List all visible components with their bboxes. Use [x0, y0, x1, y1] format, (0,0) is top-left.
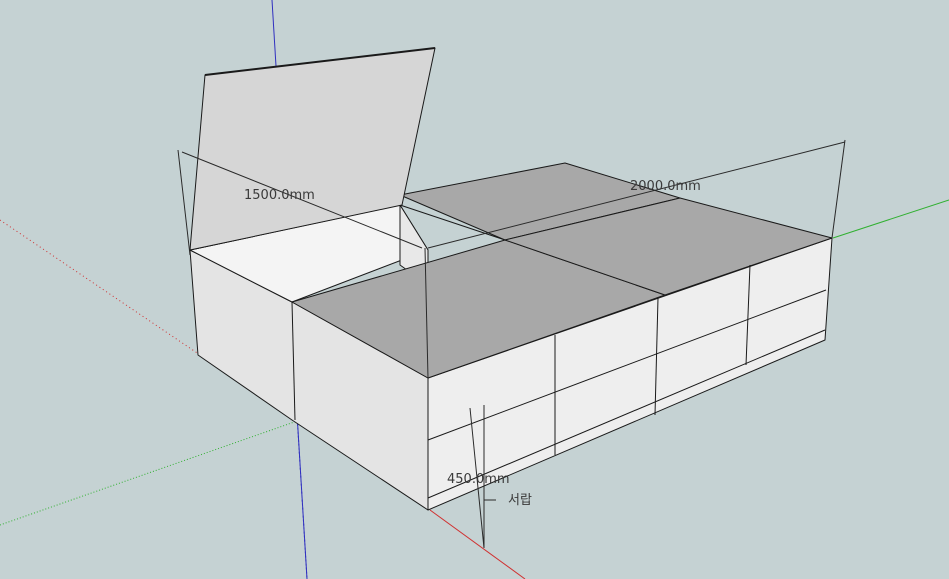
dim-width-ext1	[177, 149, 191, 256]
model-viewport[interactable]: 1500.0mm 2000.0mm 450.0mm 서랍	[0, 0, 949, 579]
dim-length-ext	[831, 139, 846, 239]
red-axis	[429, 509, 526, 579]
scene-canvas[interactable]	[0, 0, 949, 579]
green-axis	[832, 199, 949, 239]
bed-model[interactable]	[189, 47, 833, 511]
drawer-annotation-label: 서랍	[508, 493, 532, 508]
green-axis-dotted	[0, 419, 301, 526]
dim-width-label: 1500.0mm	[244, 188, 315, 203]
dim-length-label: 2000.0mm	[630, 179, 701, 194]
dim-height-label: 450.0mm	[447, 472, 510, 487]
